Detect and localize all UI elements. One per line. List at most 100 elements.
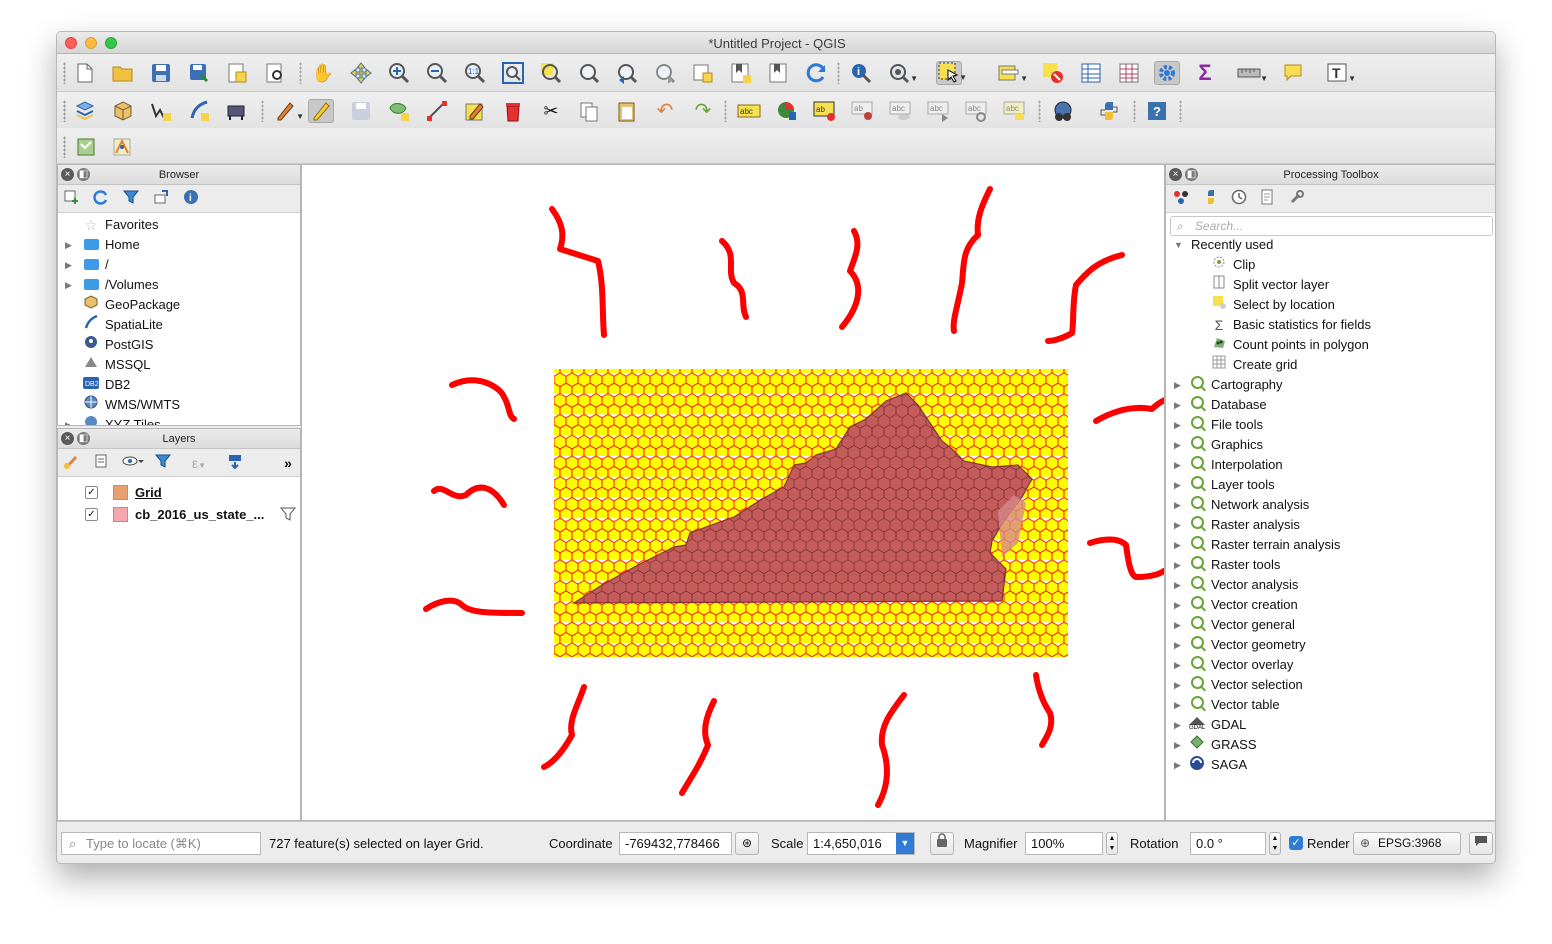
browser-item[interactable]: ▶ XYZ Tiles	[58, 415, 300, 425]
expand-arrow-icon[interactable]: ▶	[1174, 695, 1184, 715]
algorithm-group[interactable]: ▶ Cartography	[1166, 375, 1495, 395]
expand-arrow-icon[interactable]: ▶	[1174, 715, 1184, 735]
cut-features-icon[interactable]: ✂	[538, 99, 564, 123]
layer-symbol-swatch[interactable]	[113, 485, 128, 500]
browser-item[interactable]: SpatiaLite	[58, 314, 300, 335]
zoom-native-icon[interactable]: 1:1	[462, 61, 488, 85]
pan-to-selection-icon[interactable]	[348, 61, 374, 85]
modify-attributes-icon[interactable]	[462, 99, 488, 123]
algorithm-group[interactable]: ▶ Vector overlay	[1166, 655, 1495, 675]
layer-visibility-checkbox[interactable]: ✓	[85, 508, 98, 521]
algorithm-group[interactable]: ▶ Raster terrain analysis	[1166, 535, 1495, 555]
browser-item[interactable]: DB2 DB2	[58, 375, 300, 395]
add-group-icon[interactable]	[90, 453, 112, 473]
new-print-layout-icon[interactable]	[224, 61, 250, 85]
new-shapefile-layer-icon[interactable]	[148, 99, 174, 123]
expand-arrow-icon[interactable]: ▶	[1174, 575, 1184, 595]
browser-item[interactable]: GeoPackage	[58, 295, 300, 315]
browser-item[interactable]: MSSQL	[58, 355, 300, 375]
close-icon[interactable]: ×	[61, 432, 74, 445]
browser-item[interactable]: ▶ Home	[58, 235, 300, 255]
processing-search-input[interactable]: ⌕ Search...	[1170, 216, 1493, 236]
statistics-icon[interactable]: Σ	[1192, 61, 1218, 85]
zoom-last-icon[interactable]	[614, 61, 640, 85]
layer-item[interactable]: ✓ Grid	[58, 483, 300, 503]
redo-icon[interactable]: ↷	[690, 99, 716, 123]
zoom-in-icon[interactable]	[386, 61, 412, 85]
coordinate-field[interactable]: -769432,778466	[619, 832, 732, 855]
properties-icon[interactable]: i	[180, 189, 202, 209]
algorithm-group[interactable]: ▶ Layer tools	[1166, 475, 1495, 495]
field-calculator-icon[interactable]	[1116, 61, 1142, 85]
expand-arrow-icon[interactable]: ▶	[65, 255, 75, 275]
filter-icon[interactable]	[120, 189, 142, 209]
float-panel-icon[interactable]: ◧	[77, 432, 90, 445]
georeferencer-icon[interactable]	[73, 135, 99, 159]
pan-icon[interactable]: ✋	[310, 61, 336, 85]
browser-item[interactable]: ☆ Favorites	[58, 215, 300, 235]
layer-visibility-checkbox[interactable]: ✓	[85, 486, 98, 499]
expand-all-icon[interactable]	[224, 453, 246, 473]
more-icon[interactable]: »	[277, 453, 299, 473]
rotation-stepper[interactable]: ▲ ▼	[1269, 832, 1281, 855]
diagram-icon[interactable]	[774, 99, 800, 123]
zoom-out-icon[interactable]	[424, 61, 450, 85]
zoom-full-icon[interactable]	[500, 61, 526, 85]
identify-icon[interactable]: i	[848, 61, 874, 85]
expand-arrow-icon[interactable]: ▶	[1174, 395, 1184, 415]
expand-arrow-icon[interactable]: ▶	[1174, 495, 1184, 515]
toggle-extents-icon[interactable]: ⊛	[735, 832, 759, 855]
open-project-icon[interactable]	[110, 61, 136, 85]
map-tips-icon[interactable]	[1280, 61, 1306, 85]
highlight-pinned-labels-icon[interactable]: ab	[812, 99, 838, 123]
data-source-manager-icon[interactable]	[72, 99, 98, 123]
history-icon[interactable]	[1228, 189, 1250, 209]
expand-arrow-icon[interactable]: ▶	[1174, 675, 1184, 695]
refresh-icon[interactable]	[90, 189, 112, 209]
manage-visibility-icon[interactable]	[122, 453, 144, 473]
algorithm-group[interactable]: ▶ Vector analysis	[1166, 575, 1495, 595]
label-layer-icon[interactable]: abc	[736, 99, 762, 123]
style-manager-icon[interactable]	[60, 453, 82, 473]
expand-arrow-icon[interactable]: ▶	[1174, 735, 1184, 755]
save-edits-icon[interactable]	[348, 99, 374, 123]
plugin-tool-icon[interactable]	[109, 135, 135, 159]
algorithm-group[interactable]: ▶ Vector geometry	[1166, 635, 1495, 655]
layer-item[interactable]: ✓ cb_2016_us_state_...	[58, 505, 300, 525]
select-by-value-icon[interactable]: ▼	[996, 61, 1028, 85]
processing-toolbox-icon[interactable]	[1154, 61, 1180, 85]
new-spatialite-layer-icon[interactable]	[186, 99, 212, 123]
expand-arrow-icon[interactable]: ▶	[1174, 755, 1184, 775]
expand-arrow-icon[interactable]: ▶	[1174, 375, 1184, 395]
toolbar-grip[interactable]	[63, 136, 66, 158]
expand-arrow-icon[interactable]: ▶	[1174, 615, 1184, 635]
algorithm-group[interactable]: ▶ Vector table	[1166, 695, 1495, 715]
filter-legend-icon[interactable]	[152, 453, 174, 473]
recently-used-group[interactable]: ▼ Recently used	[1166, 235, 1495, 255]
expand-arrow-icon[interactable]: ▶	[1174, 595, 1184, 615]
toolbar-grip[interactable]	[63, 100, 66, 122]
algorithm-group[interactable]: ▶ Vector selection	[1166, 675, 1495, 695]
new-bookmark-icon[interactable]	[728, 61, 754, 85]
recent-algorithm-item[interactable]: Clip	[1166, 255, 1495, 275]
save-as-icon[interactable]	[186, 61, 212, 85]
zoom-to-selection-icon[interactable]	[538, 61, 564, 85]
browser-item[interactable]: ▶ /	[58, 255, 300, 275]
magnifier-field[interactable]: 100%	[1025, 832, 1103, 855]
browser-item[interactable]: PostGIS	[58, 335, 300, 355]
models-icon[interactable]	[1170, 189, 1192, 209]
float-panel-icon[interactable]: ◧	[77, 168, 90, 181]
recent-algorithm-item[interactable]: Count points in polygon	[1166, 335, 1495, 355]
crs-button[interactable]: ⊕ EPSG:3968	[1353, 832, 1461, 855]
filter-icon[interactable]	[279, 506, 297, 528]
expand-arrow-icon[interactable]: ▶	[1174, 475, 1184, 495]
measure-icon[interactable]: ▼	[1236, 61, 1268, 85]
scale-combobox[interactable]: 1:4,650,016 ▼	[807, 832, 915, 855]
undo-icon[interactable]: ↶	[652, 99, 678, 123]
expand-arrow-icon[interactable]: ▶	[65, 235, 75, 255]
toolbar-grip[interactable]	[63, 62, 66, 84]
filter-by-expression-icon[interactable]: ε▼	[188, 453, 210, 473]
refresh-icon[interactable]	[804, 61, 830, 85]
add-feature-icon[interactable]	[386, 99, 412, 123]
expand-arrow-icon[interactable]: ▶	[1174, 455, 1184, 475]
